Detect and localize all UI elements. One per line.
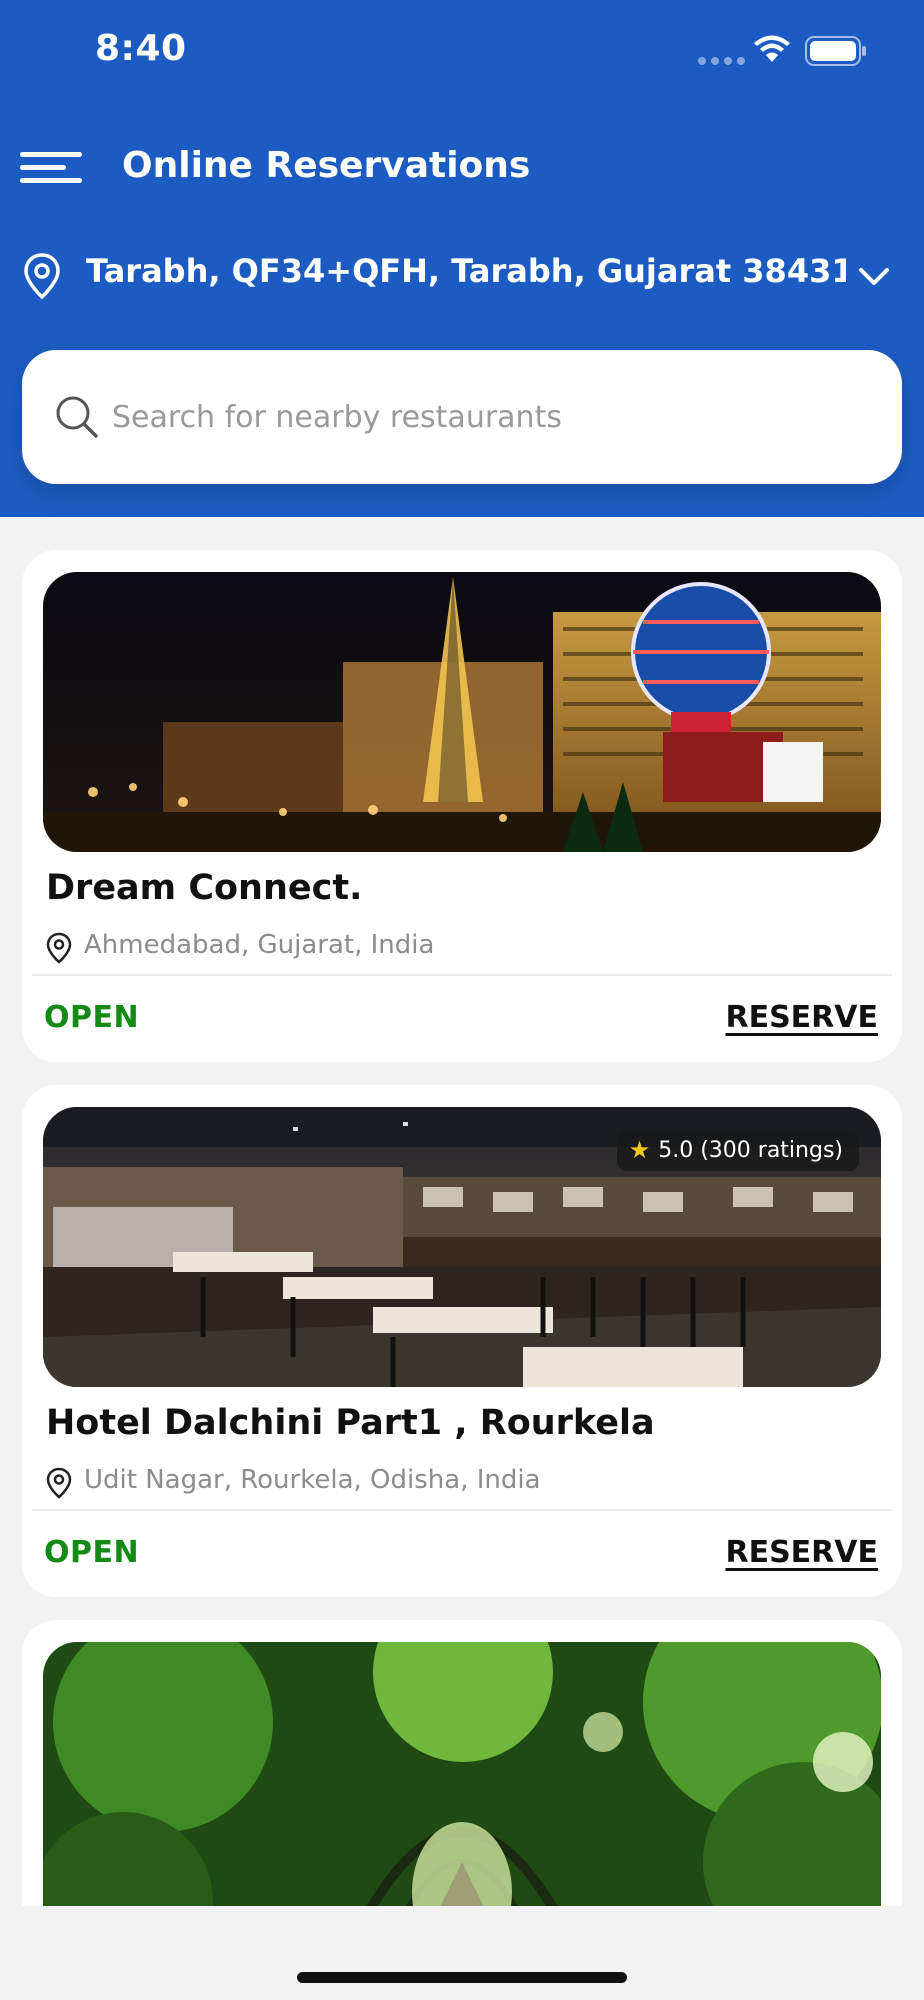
reserve-button[interactable]: RESERVE: [725, 1000, 878, 1035]
battery-icon: [805, 36, 866, 66]
page-title: Online Reservations: [122, 145, 531, 186]
location-pin-icon: [46, 1467, 72, 1499]
restaurant-name[interactable]: Hotel Dalchini Part1 , Rourkela: [46, 1403, 655, 1443]
search-icon: [56, 396, 98, 438]
location-pin-icon: [46, 932, 72, 964]
status-badge: OPEN: [44, 1000, 140, 1035]
restaurant-image[interactable]: [43, 572, 881, 852]
hamburger-menu-icon[interactable]: [20, 148, 82, 188]
status-bar: 8:40: [0, 0, 924, 100]
divider: [32, 1509, 892, 1511]
restaurant-card[interactable]: ★ 5.0 (300 ratings) Hotel Dalchini Part1…: [22, 1085, 902, 1597]
restaurant-name[interactable]: Dream Connect.: [46, 868, 362, 908]
rating-badge: ★ 5.0 (300 ratings): [616, 1129, 859, 1171]
location-text[interactable]: Tarabh, QF34+QFH, Tarabh, Gujarat 38431.…: [86, 252, 846, 290]
search-bar[interactable]: [22, 350, 902, 484]
app-header: 8:40 Online Reservations Tarabh, QF34+QF…: [0, 0, 924, 517]
location-pin-icon: [24, 253, 60, 300]
restaurant-card[interactable]: [22, 1620, 902, 1962]
status-badge: OPEN: [44, 1535, 140, 1570]
chevron-down-icon[interactable]: [858, 267, 890, 287]
reserve-button[interactable]: RESERVE: [725, 1535, 878, 1570]
home-indicator[interactable]: [297, 1972, 627, 1983]
signal-icon: [698, 57, 745, 65]
rating-text: 5.0 (300 ratings): [658, 1137, 843, 1163]
restaurant-card[interactable]: Dream Connect. Ahmedabad, Gujarat, India…: [22, 550, 902, 1062]
restaurant-address: Udit Nagar, Rourkela, Odisha, India: [84, 1465, 541, 1495]
restaurant-address: Ahmedabad, Gujarat, India: [84, 930, 435, 960]
star-icon: ★: [628, 1136, 651, 1164]
wifi-icon: [754, 35, 790, 62]
bottom-safe-area: [0, 1906, 924, 2000]
location-selector[interactable]: Tarabh, QF34+QFH, Tarabh, Gujarat 38431.…: [0, 245, 924, 305]
restaurant-image[interactable]: ★ 5.0 (300 ratings): [43, 1107, 881, 1387]
search-input[interactable]: [112, 388, 872, 446]
divider: [32, 974, 892, 976]
status-time: 8:40: [95, 28, 187, 69]
